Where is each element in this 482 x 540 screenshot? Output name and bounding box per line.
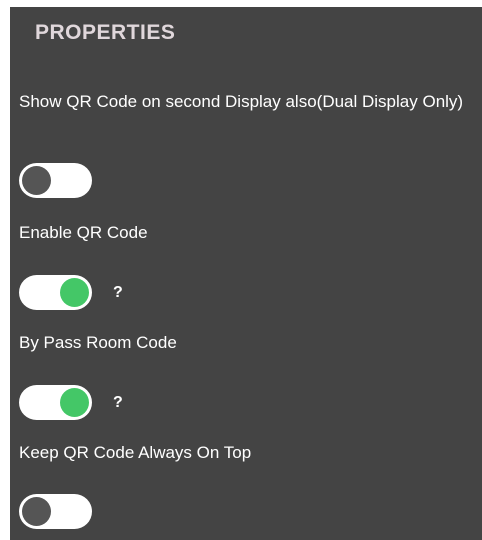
toggle-knob — [60, 388, 89, 417]
toggle-knob — [22, 497, 51, 526]
toggle-knob — [22, 166, 51, 195]
property-label-enable-qr-code: Enable QR Code — [19, 223, 148, 242]
toggle-knob — [60, 278, 89, 307]
toggle-bypass-room-code[interactable] — [19, 385, 92, 420]
help-icon[interactable]: ? — [113, 284, 123, 302]
properties-panel: PROPERTIES Show QR Code on second Displa… — [10, 7, 482, 540]
property-label-keep-qr-on-top: Keep QR Code Always On Top — [19, 443, 252, 462]
toggle-keep-qr-on-top[interactable] — [19, 494, 92, 529]
panel-title: PROPERTIES — [35, 21, 176, 44]
property-label-show-qr-second-display: Show QR Code on second Display also(Dual… — [19, 92, 464, 111]
toggle-enable-qr-code[interactable] — [19, 275, 92, 310]
property-label-bypass-room-code: By Pass Room Code — [19, 333, 177, 352]
help-icon[interactable]: ? — [113, 394, 123, 412]
toggle-show-qr-second-display[interactable] — [19, 163, 92, 198]
